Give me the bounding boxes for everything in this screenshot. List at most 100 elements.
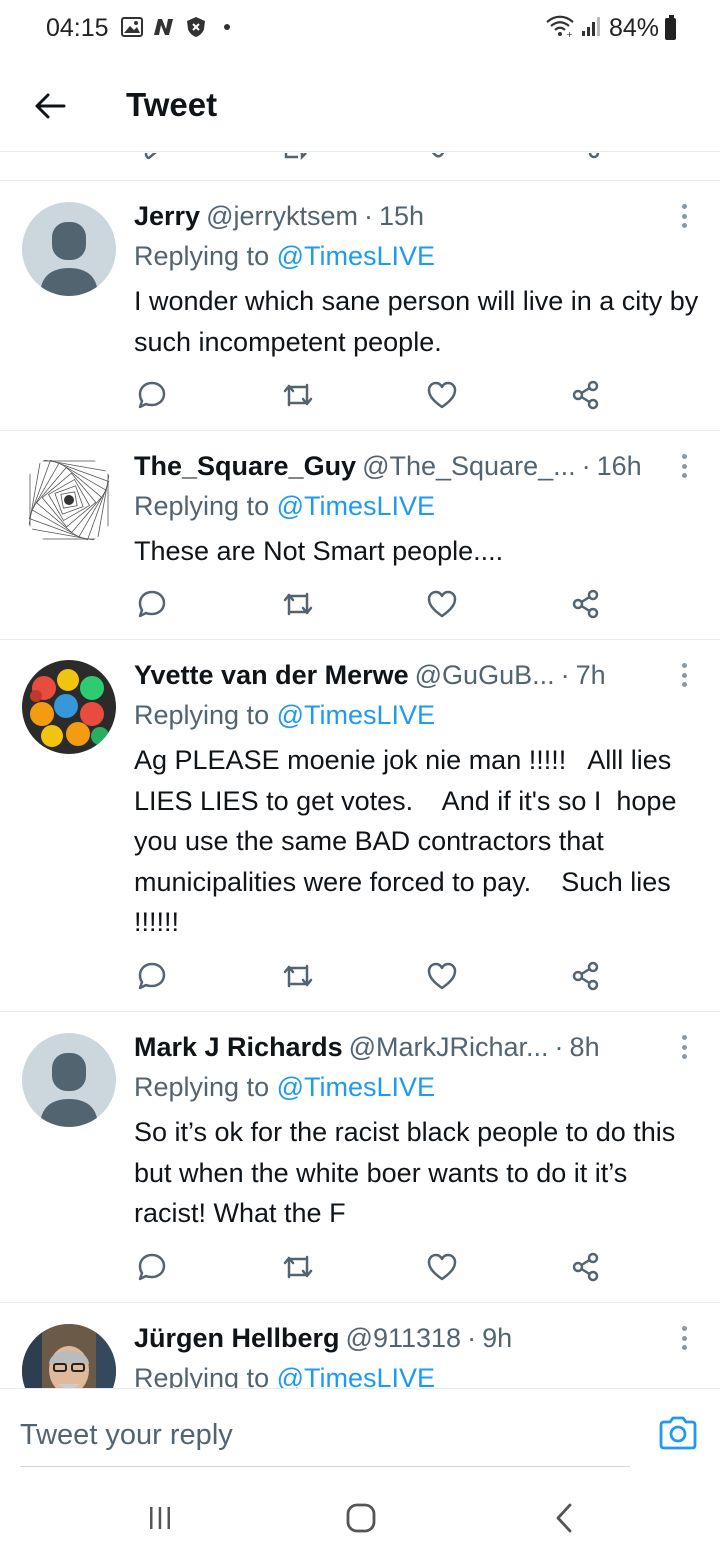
tweet-header: Yvette van der Merwe @GuGuB... · 7h xyxy=(134,658,702,692)
avatar[interactable] xyxy=(22,453,116,547)
recent-apps-button[interactable] xyxy=(140,1500,180,1536)
replying-prefix: Replying to xyxy=(134,1363,277,1388)
tweet-content: Yvette van der Merwe @GuGuB... · 7h Repl… xyxy=(134,658,702,943)
user-handle[interactable]: @MarkJRichar... xyxy=(349,1030,549,1064)
reply-button[interactable] xyxy=(134,958,170,994)
tweet[interactable]: The_Square_Guy @The_Square_... · 16h Rep… xyxy=(0,431,720,640)
status-bar: 04:15 + 84% xyxy=(0,0,720,60)
arrow-left-icon xyxy=(35,93,66,119)
tweet-text: Ag PLEASE moenie jok nie man !!!!! Alll … xyxy=(134,745,684,937)
like-button[interactable] xyxy=(424,586,460,622)
share-icon xyxy=(572,380,599,410)
user-name[interactable]: The_Square_Guy xyxy=(134,449,356,483)
separator: · xyxy=(467,1323,477,1353)
navigation-bar xyxy=(0,1470,720,1560)
reply-icon xyxy=(138,590,166,618)
shield-icon xyxy=(184,16,208,38)
avatar[interactable] xyxy=(22,1324,116,1388)
heart-icon xyxy=(427,381,457,409)
more-options-icon[interactable] xyxy=(672,451,696,481)
back-button[interactable] xyxy=(28,84,72,128)
tweet-content: The_Square_Guy @The_Square_... · 16h Rep… xyxy=(134,449,702,572)
separator: · xyxy=(554,1032,564,1062)
more-options-icon[interactable] xyxy=(672,660,696,690)
separator: · xyxy=(560,660,570,690)
replying-to-link[interactable]: @TimesLIVE xyxy=(277,241,435,271)
header: Tweet xyxy=(0,62,720,152)
retweet-button[interactable] xyxy=(280,958,316,994)
retweet-icon xyxy=(283,1255,313,1279)
tweet-header: Jürgen Hellberg @911318 · 9h xyxy=(134,1321,702,1355)
replying-prefix: Replying to xyxy=(134,700,277,730)
tweet[interactable]: Jerry @jerryktsem · 15h Replying to @Tim… xyxy=(0,181,720,431)
tweet-actions xyxy=(134,1249,604,1285)
tweet[interactable]: Yvette van der Merwe @GuGuB... · 7h Repl… xyxy=(0,640,720,1012)
replying-to: Replying to @TimesLIVE xyxy=(134,698,702,732)
user-handle[interactable]: @The_Square_... xyxy=(362,449,576,483)
avatar[interactable] xyxy=(22,202,116,296)
back-nav-button[interactable] xyxy=(544,1500,584,1536)
more-options-icon[interactable] xyxy=(672,1032,696,1062)
avatar[interactable] xyxy=(22,1033,116,1127)
notification-dot xyxy=(224,24,230,30)
reply-button[interactable] xyxy=(134,377,170,413)
retweet-icon xyxy=(283,592,313,616)
like-button[interactable] xyxy=(424,377,460,413)
share-button[interactable] xyxy=(568,377,604,413)
more-options-icon[interactable] xyxy=(672,201,696,231)
tweet-time[interactable]: 7h xyxy=(576,658,606,692)
tweet[interactable]: Jürgen Hellberg @911318 · 9h Replying to… xyxy=(0,1303,720,1388)
tweet-content: Jürgen Hellberg @911318 · 9h Replying to… xyxy=(134,1321,702,1388)
camera-button[interactable] xyxy=(658,1415,698,1453)
replying-to-link[interactable]: @TimesLIVE xyxy=(277,491,435,521)
reply-button[interactable] xyxy=(134,586,170,622)
user-name[interactable]: Yvette van der Merwe xyxy=(134,658,409,692)
home-icon xyxy=(346,1503,376,1533)
like-button[interactable] xyxy=(424,958,460,994)
replying-to-link[interactable]: @TimesLIVE xyxy=(277,1363,435,1388)
user-handle[interactable]: @911318 xyxy=(346,1321,462,1355)
retweet-button[interactable] xyxy=(280,377,316,413)
status-time: 04:15 xyxy=(46,14,109,42)
image-icon xyxy=(120,16,144,38)
reply-icon xyxy=(138,1253,166,1281)
signal-icon xyxy=(581,15,603,42)
home-button[interactable] xyxy=(341,1500,381,1536)
reply-icon xyxy=(138,962,166,990)
user-handle[interactable]: @GuGuB... xyxy=(415,658,555,692)
avatar[interactable] xyxy=(22,660,116,754)
tweet[interactable]: Mark J Richards @MarkJRichar... · 8h Rep… xyxy=(0,1012,720,1303)
partial-action-row xyxy=(0,153,720,181)
share-button[interactable] xyxy=(568,958,604,994)
tweet-time[interactable]: 15h xyxy=(379,199,424,233)
tweet-time[interactable]: 8h xyxy=(570,1030,600,1064)
replying-to-link[interactable]: @TimesLIVE xyxy=(277,700,435,730)
chevron-left-icon xyxy=(556,1503,572,1533)
user-handle[interactable]: @jerryktsem xyxy=(206,199,358,233)
user-name[interactable]: Jerry xyxy=(134,199,200,233)
tweet-actions xyxy=(134,377,604,413)
share-button[interactable] xyxy=(568,586,604,622)
heart-icon xyxy=(427,962,457,990)
user-name[interactable]: Mark J Richards xyxy=(134,1030,343,1064)
share-icon xyxy=(572,1252,599,1282)
share-button[interactable] xyxy=(568,1249,604,1285)
tweet-content: Mark J Richards @MarkJRichar... · 8h Rep… xyxy=(134,1030,702,1234)
retweet-button[interactable] xyxy=(280,586,316,622)
reply-icon xyxy=(138,381,166,409)
tweet-text: I wonder which sane person will live in … xyxy=(134,286,706,357)
retweet-button[interactable] xyxy=(280,1249,316,1285)
status-icons-right: + 84% xyxy=(545,14,676,43)
more-options-icon[interactable] xyxy=(672,1323,696,1353)
reply-button[interactable] xyxy=(134,1249,170,1285)
page-title: Tweet xyxy=(126,86,218,123)
tweet-time[interactable]: 9h xyxy=(482,1321,512,1355)
tweet-header: Mark J Richards @MarkJRichar... · 8h xyxy=(134,1030,702,1064)
replying-to: Replying to @TimesLIVE xyxy=(134,489,702,523)
tweet-time[interactable]: 16h xyxy=(597,449,642,483)
like-button[interactable] xyxy=(424,1249,460,1285)
reply-input[interactable]: Tweet your reply xyxy=(20,1403,630,1467)
tweet-content: Jerry @jerryktsem · 15h Replying to @Tim… xyxy=(134,199,702,362)
user-name[interactable]: Jürgen Hellberg xyxy=(134,1321,340,1355)
replying-to-link[interactable]: @TimesLIVE xyxy=(277,1072,435,1102)
